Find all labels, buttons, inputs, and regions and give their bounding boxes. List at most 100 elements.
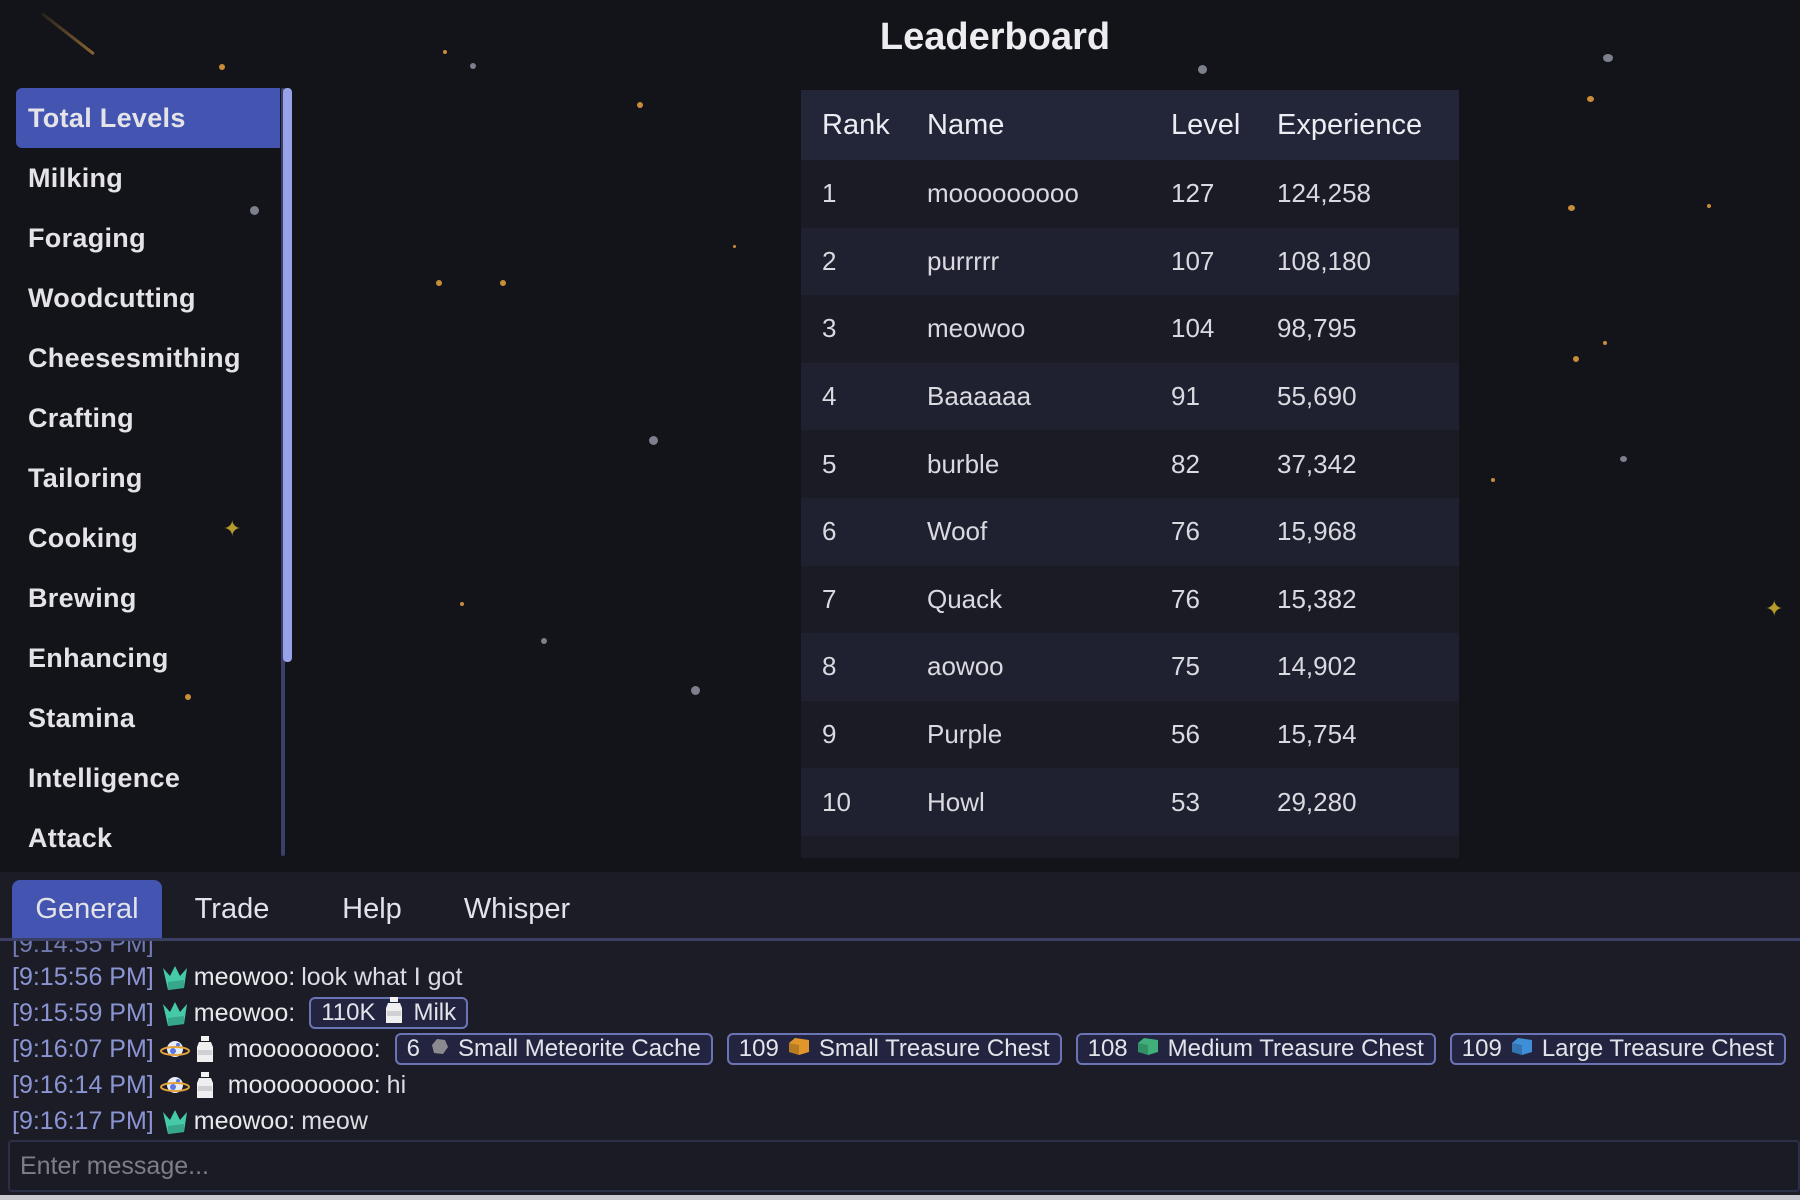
crown-icon <box>160 962 190 992</box>
cell-experience: 37,342 <box>1277 430 1459 498</box>
tab-trade[interactable]: Trade <box>162 880 302 938</box>
username-colon: : <box>373 1070 381 1099</box>
sidebar-item-tailoring[interactable]: Tailoring <box>16 448 280 508</box>
star <box>1491 478 1495 482</box>
item-link-chip[interactable]: 109 Large Treasure Chest <box>1449 1033 1786 1065</box>
sidebar-item-total-levels[interactable]: Total Levels <box>16 88 280 148</box>
message-timestamp: [9:16:07 PM] <box>12 1034 154 1063</box>
item-link-chip[interactable]: 6 Small Meteorite Cache <box>394 1033 713 1065</box>
cell-level: 91 <box>1171 362 1277 431</box>
message-username[interactable]: mooooooooo <box>228 1071 374 1100</box>
chat-message-input[interactable] <box>10 1142 1798 1190</box>
item-name: Milk <box>413 999 457 1026</box>
cell-level: 76 <box>1171 497 1277 566</box>
cell-experience: 15,754 <box>1277 700 1459 769</box>
table-row: 7 Quack 76 15,382 <box>801 565 1459 634</box>
sidebar-item-enhancing[interactable]: Enhancing <box>16 628 280 688</box>
star <box>470 63 476 69</box>
cell-name: Quack <box>927 565 1171 634</box>
tab-whisper[interactable]: Whisper <box>442 880 592 938</box>
message-username[interactable]: mooooooooo <box>228 1035 374 1064</box>
cell-level: 127 <box>1171 160 1277 228</box>
cell-name: burble <box>927 430 1171 498</box>
chat-message: [9:16:07 PM] mooooooooo:6 Small Meteorite … <box>12 1031 1800 1067</box>
sidebar-item-milking[interactable]: Milking <box>16 148 280 208</box>
table-row: 10 Howl 53 29,280 <box>801 768 1459 836</box>
chat-message: [9:16:14 PM] mooooooooo: hi <box>12 1067 1800 1103</box>
sidebar-item-brewing[interactable]: Brewing <box>16 568 280 628</box>
message-timestamp: [9:16:14 PM] <box>12 1070 154 1099</box>
cell-name: Purple <box>927 700 1171 769</box>
item-link-chip[interactable]: 110K Milk <box>309 996 469 1029</box>
cell-level: 82 <box>1171 430 1277 498</box>
chat-panel: General Trade Help Whisper [9:14:55 PM] … <box>0 872 1800 1200</box>
cell-experience: 14,902 <box>1277 633 1459 701</box>
star <box>637 102 643 108</box>
cell-rank: 1 <box>801 160 927 228</box>
chat-message: [9:16:17 PM] meowoo: meow <box>12 1103 1800 1139</box>
star <box>1198 65 1207 74</box>
leaderboard-table-container: Rank Name Level Experience 1 mooooooooo 12… <box>801 90 1459 858</box>
item-name: Small Treasure Chest <box>818 1035 1050 1062</box>
tab-help[interactable]: Help <box>302 880 442 938</box>
message-username[interactable]: meowoo <box>194 999 289 1028</box>
username-colon: : <box>288 1106 296 1135</box>
leaderboard-table: Rank Name Level Experience 1 mooooooooo 12… <box>801 90 1459 836</box>
small-chest-icon <box>787 1035 811 1064</box>
message-text: hi <box>386 1070 407 1099</box>
sidebar-item-cheesesmithing[interactable]: Cheesesmithing <box>16 328 280 388</box>
cell-level: 53 <box>1171 768 1277 836</box>
sidebar-item-foraging[interactable]: Foraging <box>16 208 280 268</box>
sidebar-item-crafting[interactable]: Crafting <box>16 388 280 448</box>
planet-cow-icon <box>159 1070 190 1100</box>
planet-cow-icon <box>159 1034 190 1064</box>
item-link-chip[interactable]: 109 Small Treasure Chest <box>726 1033 1062 1065</box>
item-count: 109 <box>1461 1035 1502 1062</box>
item-link-chip[interactable]: 108 Medium Treasure Chest <box>1075 1033 1436 1065</box>
message-timestamp: [9:15:59 PM] <box>12 998 154 1027</box>
crown-icon <box>160 1106 190 1136</box>
cell-rank: 5 <box>801 430 927 498</box>
item-count: 109 <box>738 1035 779 1062</box>
username-colon: : <box>288 998 296 1027</box>
item-count: 110K <box>321 999 376 1026</box>
table-row: 9 Purple 56 15,754 <box>801 700 1459 769</box>
table-row: 3 meowoo 104 98,795 <box>801 295 1459 363</box>
cell-rank: 10 <box>801 768 927 836</box>
sidebar-item-attack[interactable]: Attack <box>16 808 280 868</box>
message-username[interactable]: meowoo <box>194 963 289 992</box>
item-name: Medium Treasure Chest <box>1167 1035 1424 1062</box>
star <box>1603 341 1607 345</box>
message-timestamp: [9:15:56 PM] <box>12 962 154 991</box>
star <box>436 280 442 286</box>
table-row: 8 aowoo 75 14,902 <box>801 633 1459 701</box>
crown-icon <box>160 998 190 1028</box>
cell-level: 75 <box>1171 633 1277 701</box>
sidebar-scrollbar-thumb[interactable] <box>283 88 292 662</box>
page-title: Leaderboard <box>879 16 1111 58</box>
sidebar-item-stamina[interactable]: Stamina <box>16 688 280 748</box>
cell-rank: 2 <box>801 227 927 296</box>
chat-message: [9:15:56 PM] meowoo: look what I got <box>12 959 1800 995</box>
cell-name: purrrrr <box>927 227 1171 296</box>
sidebar-item-cooking[interactable]: Cooking <box>16 508 280 568</box>
star <box>541 638 547 644</box>
star <box>500 280 506 286</box>
table-row: 5 burble 82 37,342 <box>801 430 1459 498</box>
item-count: 6 <box>406 1035 421 1062</box>
cell-rank: 4 <box>801 362 927 431</box>
cell-level: 76 <box>1171 565 1277 634</box>
chat-tabs: General Trade Help Whisper <box>12 880 592 938</box>
sidebar-item-intelligence[interactable]: Intelligence <box>16 748 280 808</box>
sparkle-star: ✦ <box>1765 596 1784 621</box>
cell-name: meowoo <box>927 295 1171 363</box>
cell-name: Baaaaaa <box>927 362 1171 431</box>
column-header-experience: Experience <box>1277 90 1459 160</box>
milk-bottle-icon <box>194 1034 224 1064</box>
tab-general[interactable]: General <box>12 880 162 938</box>
chat-messages[interactable]: [9:14:55 PM] [9:15:56 PM] meowoo: look wha… <box>12 941 1800 1145</box>
cell-level: 104 <box>1171 295 1277 363</box>
message-username[interactable]: meowoo <box>194 1107 289 1136</box>
milk-bottle-icon <box>194 1070 224 1100</box>
sidebar-item-woodcutting[interactable]: Woodcutting <box>16 268 280 328</box>
